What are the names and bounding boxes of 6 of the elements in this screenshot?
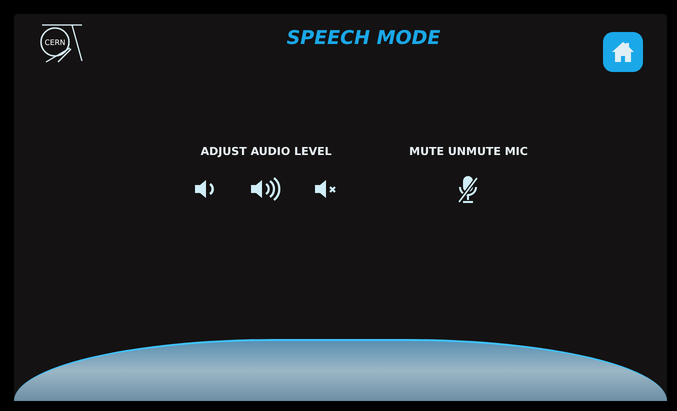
- mic-label: MUTE UNMUTE MIC: [409, 144, 528, 160]
- speaker-loud-icon[interactable]: [249, 174, 284, 202]
- screen-title: SPEECH MODE: [286, 26, 440, 51]
- home-icon: [611, 41, 635, 63]
- home-button[interactable]: [603, 32, 643, 72]
- audio-level-label: ADJUST AUDIO LEVEL: [200, 144, 332, 160]
